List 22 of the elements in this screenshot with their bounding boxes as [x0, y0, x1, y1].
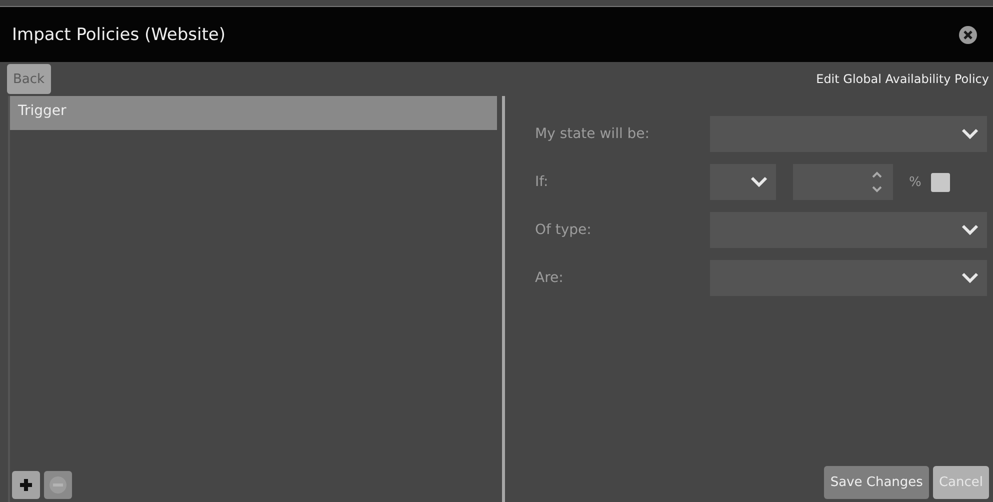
chevron-icon: [750, 176, 768, 188]
number-field[interactable]: [793, 164, 893, 200]
action-button[interactable]: Cancel: [932, 466, 989, 499]
unit-label: %: [909, 174, 922, 190]
plus-icon: [19, 478, 33, 492]
list-item[interactable]: Trigger: [10, 96, 497, 130]
back-button[interactable]: Back: [7, 64, 51, 94]
field-label: Of type:: [535, 222, 592, 238]
chevron-icon: [961, 224, 979, 236]
minus-icon: [49, 476, 67, 494]
dropdown[interactable]: [710, 164, 776, 200]
panel-heading: Edit Global Availability Policy: [816, 72, 989, 86]
close-icon[interactable]: [959, 26, 977, 44]
window-title: Impact Policies (Website): [12, 24, 226, 44]
field-label: My state will be:: [535, 126, 651, 142]
checkbox[interactable]: [931, 172, 950, 192]
spinner-icon[interactable]: [871, 169, 883, 195]
chevron-icon: [961, 272, 979, 284]
add-button[interactable]: [12, 471, 40, 499]
field-label: If:: [535, 174, 550, 190]
chevron-icon: [961, 128, 979, 140]
field-label: Are:: [535, 270, 564, 286]
